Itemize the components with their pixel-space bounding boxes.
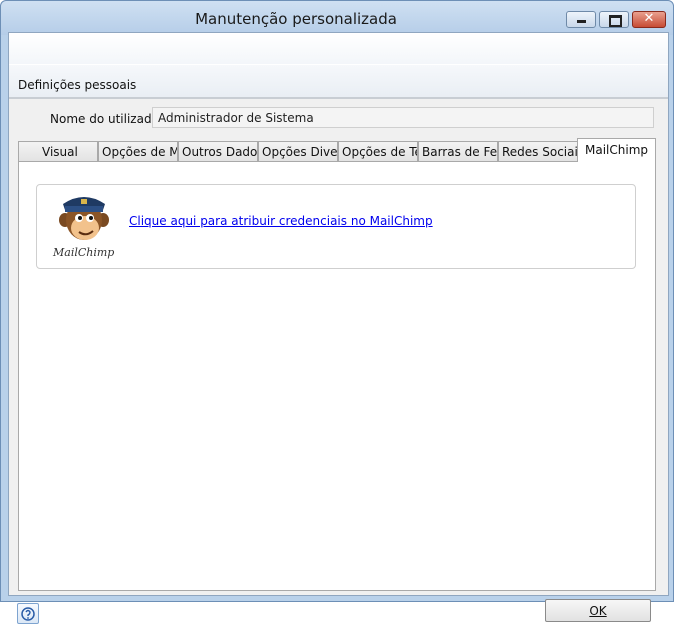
minimize-icon <box>577 20 586 23</box>
tab-label: Barras de Ferra <box>422 145 498 159</box>
mailchimp-credentials-link[interactable]: Clique aqui para atribuir credenciais no… <box>129 214 433 228</box>
title-bar[interactable]: Manutenção personalizada ✕ <box>1 1 673 35</box>
ok-button[interactable]: OK <box>545 599 651 622</box>
tab-opcoes-tel[interactable]: Opções de Tel <box>338 141 418 161</box>
mailchimp-monkey-icon <box>59 197 109 240</box>
mailchimp-logo: MailChimp <box>51 190 117 264</box>
user-name-label: Nome do utilizador <box>50 112 164 126</box>
tab-label: Redes Sociais <box>502 145 578 159</box>
tab-mailchimp[interactable]: MailChimp <box>577 138 656 162</box>
tab-barras-ferra[interactable]: Barras de Ferra <box>418 141 498 161</box>
close-icon: ✕ <box>643 11 655 26</box>
tab-label: Outros Dados <box>182 145 258 159</box>
tab-outros-dados[interactable]: Outros Dados <box>178 141 258 161</box>
tab-label: Visual <box>42 145 78 159</box>
tab-opcoes-divers[interactable]: Opções Divers <box>258 141 338 161</box>
section-header: Definições pessoais <box>9 65 668 99</box>
maximize-button[interactable] <box>599 11 629 28</box>
ok-button-label: OK <box>589 604 607 618</box>
help-icon <box>21 607 35 621</box>
mailchimp-tab-panel: MailChimp Clique aqui para atribuir cred… <box>18 161 656 591</box>
tab-opcoes-ma[interactable]: Opções de Ma <box>98 141 178 161</box>
help-button[interactable] <box>17 603 39 624</box>
dialog-client-area: Definições pessoais Nome do utilizador A… <box>8 32 669 624</box>
mailchimp-group: MailChimp Clique aqui para atribuir cred… <box>36 184 636 269</box>
tab-strip: Visual Opções de Ma Outros Dados Opções … <box>18 138 656 162</box>
tab-label: Opções Divers <box>262 145 338 159</box>
tab-label: Opções de Ma <box>102 145 177 159</box>
window-title: Manutenção personalizada <box>195 10 397 28</box>
user-name-field[interactable]: Administrador de Sistema <box>152 107 654 128</box>
dialog-window: Manutenção personalizada ✕ Definições pe… <box>0 0 674 624</box>
toolbar-area <box>9 33 668 64</box>
maximize-icon <box>609 15 622 27</box>
minimize-button[interactable] <box>566 11 596 28</box>
tab-visual[interactable]: Visual <box>18 141 98 161</box>
mailchimp-logo-text: MailChimp <box>53 246 115 259</box>
close-button[interactable]: ✕ <box>632 11 666 28</box>
tab-redes-sociais[interactable]: Redes Sociais <box>498 141 578 161</box>
section-title: Definições pessoais <box>18 78 137 92</box>
tab-label: Opções de Tel <box>342 145 418 159</box>
main-content: Nome do utilizador Administrador de Sist… <box>9 99 668 624</box>
tab-label: MailChimp <box>585 143 648 157</box>
